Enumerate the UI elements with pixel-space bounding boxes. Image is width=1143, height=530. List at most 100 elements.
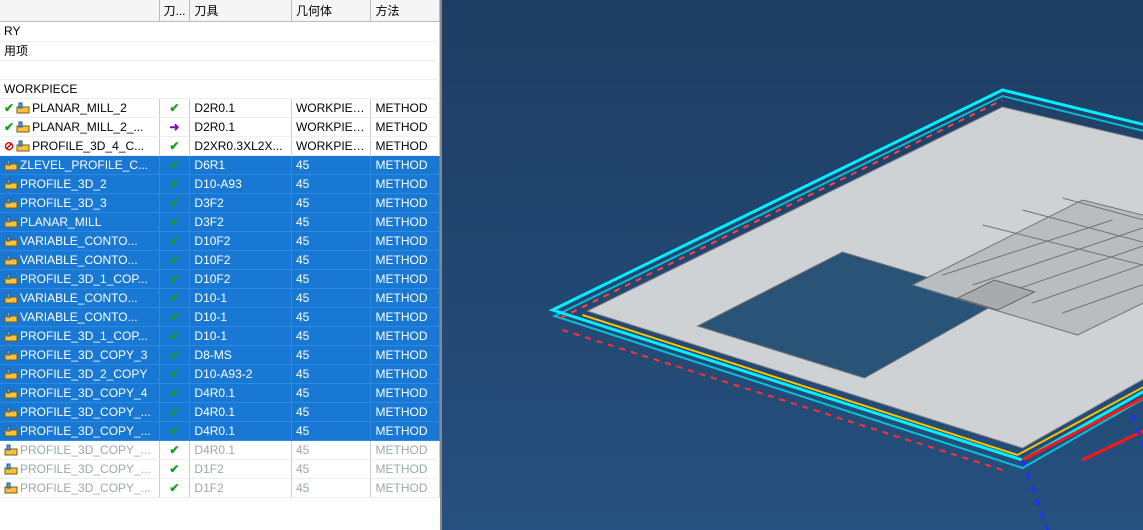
cell-method: METHOD [371, 421, 440, 440]
graphics-viewport[interactable]: ZM [442, 0, 1143, 530]
tree-root-row[interactable]: RY [0, 22, 440, 41]
cell-geo: 45 [291, 231, 371, 250]
cell-tool: D8-MS [190, 345, 292, 364]
cell-tool: D6R1 [190, 155, 292, 174]
operation-name: PROFILE_3D_COPY_... [20, 405, 151, 419]
operation-icon [4, 291, 18, 305]
cell-tool: D10F2 [190, 269, 292, 288]
cell-method: METHOD [371, 459, 440, 478]
cell-geo: 45 [291, 155, 371, 174]
operation-name: PLANAR_MILL [20, 215, 101, 229]
operation-scroll[interactable]: RY 用项 WORKPIECE ✔PLANAR_MILL_2✔D2R0.1WOR… [0, 22, 440, 530]
cell-geo: 45 [291, 421, 371, 440]
cell-geo: 45 [291, 345, 371, 364]
cell-method: METHOD [371, 174, 440, 193]
knife-check-icon: ✔ [169, 177, 179, 191]
cell-method: METHOD [371, 288, 440, 307]
operation-row[interactable]: PROFILE_3D_2✔D10-A9345METHOD [0, 174, 440, 193]
cell-geo: 45 [291, 478, 371, 497]
operation-row[interactable]: ZLEVEL_PROFILE_C...✔D6R145METHOD [0, 155, 440, 174]
operation-row[interactable]: PROFILE_3D_COPY_...✔D4R0.145METHOD [0, 421, 440, 440]
operation-table[interactable]: RY 用项 WORKPIECE ✔PLANAR_MILL_2✔D2R0.1WOR… [0, 22, 440, 498]
tree-root-row2[interactable]: 用项 [0, 41, 440, 60]
operation-row[interactable]: PROFILE_3D_COPY_...✔D4R0.145METHOD [0, 402, 440, 421]
operation-icon [4, 177, 18, 191]
cell-tool: D2R0.1 [190, 117, 292, 136]
operation-row[interactable]: VARIABLE_CONTO...✔D10F245METHOD [0, 231, 440, 250]
operation-row[interactable]: ✔PLANAR_MILL_2_...➜D2R0.1WORKPIECEMETHOD [0, 117, 440, 136]
operation-icon [4, 405, 18, 419]
operation-name: PROFILE_3D_3 [20, 196, 107, 210]
status-check-icon: ✔ [4, 101, 14, 115]
operation-name: PROFILE_3D_COPY_... [20, 462, 151, 476]
operation-row[interactable]: ⊘PROFILE_3D_4_C...✔D2XR0.3XL2X...WORKPIE… [0, 136, 440, 155]
operation-icon [4, 367, 18, 381]
operation-name: VARIABLE_CONTO... [20, 234, 138, 248]
cell-geo: 45 [291, 402, 371, 421]
cell-geo: 45 [291, 364, 371, 383]
operation-name: PROFILE_3D_COPY_... [20, 481, 151, 495]
knife-check-icon: ✔ [169, 272, 179, 286]
cell-tool: D3F2 [190, 212, 292, 231]
cell-tool: D2R0.1 [190, 98, 292, 117]
cell-method: METHOD [371, 269, 440, 288]
operation-name: PLANAR_MILL_2_... [32, 120, 143, 134]
operation-row[interactable]: PROFILE_3D_3✔D3F245METHOD [0, 193, 440, 212]
operation-row[interactable]: PLANAR_MILL✔D3F245METHOD [0, 212, 440, 231]
col-header-knife[interactable]: 刀... [159, 0, 190, 22]
cell-tool: D10-1 [190, 307, 292, 326]
col-header-geometry[interactable]: 几何体 [291, 0, 371, 22]
operation-row[interactable]: PROFILE_3D_1_COP...✔D10F245METHOD [0, 269, 440, 288]
cell-geo: 45 [291, 174, 371, 193]
operation-icon [4, 196, 18, 210]
col-header-method[interactable]: 方法 [371, 0, 440, 22]
operation-name: PROFILE_3D_4_C... [32, 139, 144, 153]
cell-geo: 45 [291, 250, 371, 269]
operation-row[interactable]: PROFILE_3D_1_COP...✔D10-145METHOD [0, 326, 440, 345]
col-header-tool[interactable]: 刀具 [190, 0, 292, 22]
operation-icon [4, 158, 18, 172]
header-row[interactable]: 刀... 刀具 几何体 方法 [0, 0, 440, 22]
operation-row[interactable]: VARIABLE_CONTO...✔D10-145METHOD [0, 307, 440, 326]
operation-navigator-panel: 刀... 刀具 几何体 方法 RY 用项 WORKPIECE ✔ PLANAR_M… [0, 0, 442, 530]
operation-row[interactable]: PROFILE_3D_2_COPY✔D10-A93-245METHOD [0, 364, 440, 383]
operation-name: PROFILE_3D_COPY_3 [20, 348, 147, 362]
knife-check-icon: ✔ [169, 101, 179, 115]
operation-row[interactable]: VARIABLE_CONTO...✔D10F245METHOD [0, 250, 440, 269]
cell-method: METHOD [371, 345, 440, 364]
knife-check-icon: ✔ [169, 139, 179, 153]
operation-row[interactable]: PROFILE_3D_COPY_...✔D1F245METHOD [0, 478, 440, 497]
operation-row[interactable]: PROFILE_3D_COPY_4✔D4R0.145METHOD [0, 383, 440, 402]
cell-geo: 45 [291, 383, 371, 402]
knife-check-icon: ✔ [169, 367, 179, 381]
workpiece-row[interactable]: WORKPIECE [0, 79, 440, 98]
operation-row[interactable]: PROFILE_3D_COPY_...✔D1F245METHOD [0, 459, 440, 478]
operation-name: VARIABLE_CONTO... [20, 310, 138, 324]
operation-icon [4, 348, 18, 362]
cell-method: METHOD [371, 307, 440, 326]
knife-check-icon: ✔ [169, 424, 179, 438]
cell-method: METHOD [371, 326, 440, 345]
operation-icon [4, 424, 18, 438]
operation-row[interactable]: VARIABLE_CONTO...✔D10-145METHOD [0, 288, 440, 307]
knife-check-icon: ✔ [169, 405, 179, 419]
operation-row[interactable]: PROFILE_3D_COPY_...✔D4R0.145METHOD [0, 440, 440, 459]
knife-arrow-icon: ➜ [169, 120, 179, 134]
tree-blank-row [0, 60, 440, 79]
operation-icon [4, 272, 18, 286]
cell-tool: D10-1 [190, 288, 292, 307]
knife-check-icon: ✔ [169, 215, 179, 229]
operation-row[interactable]: PROFILE_3D_COPY_3✔D8-MS45METHOD [0, 345, 440, 364]
col-header-name[interactable] [0, 0, 159, 22]
cell-method: METHOD [371, 231, 440, 250]
knife-check-icon: ✔ [169, 196, 179, 210]
operation-name: PROFILE_3D_1_COP... [20, 329, 148, 343]
tree-root-label: RY [0, 22, 440, 41]
cell-method: METHOD [371, 250, 440, 269]
operation-icon [16, 120, 30, 134]
cell-tool: D10-1 [190, 326, 292, 345]
cell-geo: WORKPIECE [291, 136, 371, 155]
operation-row[interactable]: ✔PLANAR_MILL_2✔D2R0.1WORKPIECEMETHOD [0, 98, 440, 117]
knife-check-icon: ✔ [169, 234, 179, 248]
knife-check-icon: ✔ [169, 158, 179, 172]
